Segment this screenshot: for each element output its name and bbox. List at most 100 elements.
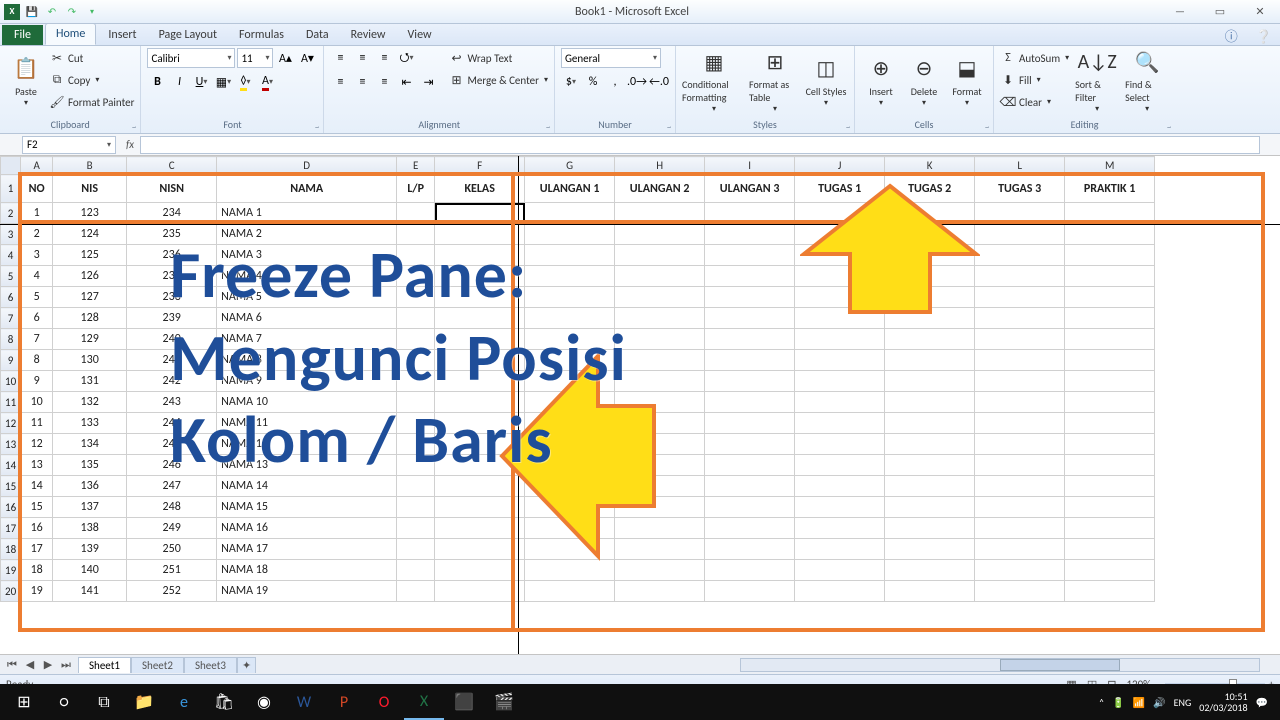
name-box[interactable]: F2▾	[22, 136, 116, 154]
font-color-button[interactable]: A▾	[257, 72, 277, 92]
align-center-button[interactable]: ≡	[352, 72, 372, 92]
header-cell[interactable]: ULANGAN 1	[525, 175, 615, 203]
cell[interactable]	[975, 539, 1065, 560]
row-header-5[interactable]: 5	[1, 266, 21, 287]
font-name-combo[interactable]: Calibri▾	[147, 48, 235, 68]
cell[interactable]	[615, 203, 705, 224]
cell[interactable]	[1065, 497, 1155, 518]
cell[interactable]: 13	[21, 455, 53, 476]
tray-up-icon[interactable]: ˄	[1099, 696, 1104, 709]
cell[interactable]: 140	[53, 560, 127, 581]
cell[interactable]: 17	[21, 539, 53, 560]
word-icon[interactable]: W	[284, 684, 324, 720]
cell[interactable]	[885, 518, 975, 539]
cell[interactable]: 249	[127, 518, 217, 539]
col-header-H[interactable]: H	[615, 157, 705, 175]
app-icon-1[interactable]: ⬛	[444, 684, 484, 720]
cell[interactable]: 19	[21, 581, 53, 602]
cell[interactable]	[397, 518, 435, 539]
merge-center-button[interactable]: ⊞Merge & Center▾	[448, 70, 548, 90]
taskbar-clock[interactable]: 10:51 02/03/2018	[1199, 691, 1247, 713]
col-header-L[interactable]: L	[975, 157, 1065, 175]
excel-taskbar-icon[interactable]: X	[404, 684, 444, 720]
fill-color-button[interactable]: ◊▾	[235, 72, 255, 92]
sheet-tab-1[interactable]: Sheet1	[78, 657, 131, 673]
cell[interactable]: 125	[53, 245, 127, 266]
lang-indicator[interactable]: ENG	[1174, 696, 1192, 709]
sheet-tab-2[interactable]: Sheet2	[131, 657, 184, 673]
header-cell[interactable]: PRAKTIK 1	[1065, 175, 1155, 203]
sheet-nav-last[interactable]: ⏭	[58, 658, 74, 672]
cell[interactable]: 251	[127, 560, 217, 581]
row-header-20[interactable]: 20	[1, 581, 21, 602]
app-icon-2[interactable]: 🎬	[484, 684, 524, 720]
sheet-tab-new[interactable]: ✦	[237, 657, 256, 673]
cell[interactable]	[885, 497, 975, 518]
grow-font-button[interactable]: A▴	[275, 48, 295, 68]
cell[interactable]: 16	[21, 518, 53, 539]
cell[interactable]: 8	[21, 350, 53, 371]
cell[interactable]	[397, 203, 435, 224]
cell[interactable]: 15	[21, 497, 53, 518]
cell[interactable]	[795, 497, 885, 518]
cell[interactable]: 234	[127, 203, 217, 224]
cell[interactable]: 141	[53, 581, 127, 602]
row-header-6[interactable]: 6	[1, 287, 21, 308]
format-as-table-button[interactable]: ⊞Format as Table▾	[749, 48, 801, 114]
cell[interactable]: 131	[53, 371, 127, 392]
row-header-14[interactable]: 14	[1, 455, 21, 476]
cell[interactable]	[397, 581, 435, 602]
cell[interactable]: NAMA 19	[217, 581, 397, 602]
cell[interactable]	[975, 560, 1065, 581]
row-header-9[interactable]: 9	[1, 350, 21, 371]
cell[interactable]: 135	[53, 455, 127, 476]
find-select-button[interactable]: 🔍Find & Select▾	[1125, 48, 1169, 114]
dec-decimal-button[interactable]: ←.0	[649, 72, 669, 92]
cell[interactable]: 3	[21, 245, 53, 266]
opera-icon[interactable]: O	[364, 684, 404, 720]
cell[interactable]: 7	[21, 329, 53, 350]
align-bottom-button[interactable]: ≡	[374, 48, 394, 68]
cell[interactable]: 137	[53, 497, 127, 518]
cell[interactable]: 2	[21, 224, 53, 245]
fx-icon[interactable]: fx	[120, 138, 140, 151]
align-top-button[interactable]: ≡	[330, 48, 350, 68]
col-header-F[interactable]: F	[435, 157, 525, 175]
col-header-J[interactable]: J	[795, 157, 885, 175]
font-size-combo[interactable]: 11▾	[237, 48, 273, 68]
cell[interactable]	[975, 518, 1065, 539]
cell[interactable]: 129	[53, 329, 127, 350]
minimize-button[interactable]: —	[1160, 0, 1200, 24]
cell[interactable]	[885, 581, 975, 602]
search-icon[interactable]: ○	[44, 684, 84, 720]
row-header-13[interactable]: 13	[1, 434, 21, 455]
cell[interactable]	[1065, 560, 1155, 581]
worksheet-grid[interactable]: ABCDEFGHIJKLM1NONISNISNNAMAL/PKELASULANG…	[0, 156, 1280, 654]
header-cell[interactable]: KELAS	[435, 175, 525, 203]
cell[interactable]: 128	[53, 308, 127, 329]
cell[interactable]	[1065, 539, 1155, 560]
page-layout-tab[interactable]: Page Layout	[149, 25, 227, 45]
cell[interactable]: 248	[127, 497, 217, 518]
row-header-1[interactable]: 1	[1, 175, 21, 203]
cell[interactable]: 11	[21, 413, 53, 434]
cell[interactable]	[397, 560, 435, 581]
col-header-G[interactable]: G	[525, 157, 615, 175]
header-cell[interactable]: NISN	[127, 175, 217, 203]
cell[interactable]: 6	[21, 308, 53, 329]
cell[interactable]: NAMA 15	[217, 497, 397, 518]
excel-icon[interactable]: X	[4, 4, 20, 20]
row-header-8[interactable]: 8	[1, 329, 21, 350]
cut-button[interactable]: ✂Cut	[49, 48, 134, 68]
fill-button[interactable]: ⬇Fill▾	[1000, 70, 1069, 90]
save-icon[interactable]: 💾	[24, 4, 40, 20]
cell[interactable]	[975, 581, 1065, 602]
col-header-I[interactable]: I	[705, 157, 795, 175]
cell[interactable]	[435, 581, 525, 602]
horizontal-scrollbar[interactable]	[740, 658, 1260, 672]
header-cell[interactable]: NAMA	[217, 175, 397, 203]
clear-button[interactable]: ⌫Clear▾	[1000, 92, 1069, 112]
home-tab[interactable]: Home	[45, 23, 96, 45]
cell[interactable]	[795, 518, 885, 539]
inc-decimal-button[interactable]: .0→	[627, 72, 647, 92]
